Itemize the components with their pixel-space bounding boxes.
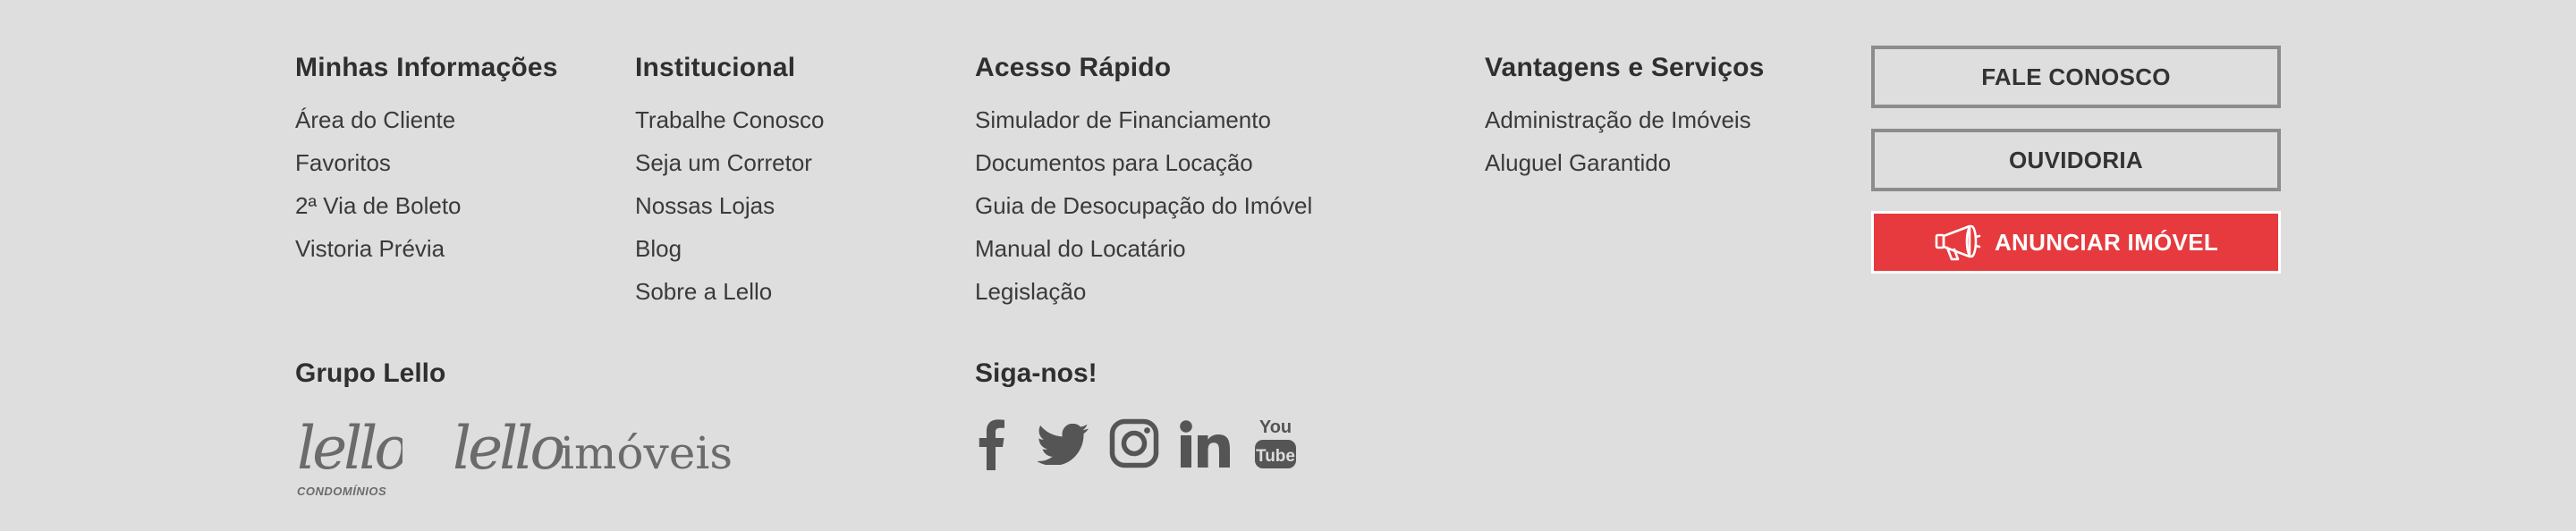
siga-nos-title: Siga-nos! [975,358,1097,388]
anunciar-imovel-button[interactable]: ANUNCIAR IMÓVEL [1871,211,2281,274]
footer-link-area-do-cliente[interactable]: Área do Cliente [295,98,558,141]
link-list: Trabalhe Conosco Seja um Corretor Nossas… [635,98,825,313]
column-title: Institucional [635,53,796,82]
facebook-icon[interactable] [977,418,1005,470]
megaphone-icon [1935,224,1981,261]
logo-wordmark: lello [297,414,402,483]
ouvidoria-button[interactable]: OUVIDORIA [1871,129,2281,191]
youtube-bottom-text: Tube [1256,447,1295,466]
footer-link-documentos-locacao[interactable]: Documentos para Locação [975,141,1312,184]
lello-condominios-logo[interactable]: lello CONDOMÍNIOS [295,413,402,502]
footer-link-2via-boleto[interactable]: 2ª Via de Boleto [295,184,558,227]
footer-column-acesso-rapido: Acesso Rápido Simulador de Financiamento… [975,52,1312,313]
button-label: FALE CONOSCO [1981,63,2171,90]
linkedin-icon[interactable] [1179,420,1231,468]
footer-link-favoritos[interactable]: Favoritos [295,141,558,184]
logo-wordmark: lello [453,414,563,483]
footer-column-institucional: Institucional Trabalhe Conosco Seja um C… [635,52,825,313]
logo-subtitle: CONDOMÍNIOS [297,485,386,498]
logo-suffix: imóveis [560,427,733,479]
column-title: Acesso Rápido [975,53,1172,82]
youtube-top-text: You [1259,417,1292,437]
link-list: Simulador de Financiamento Documentos pa… [975,98,1312,313]
footer-link-aluguel-garantido[interactable]: Aluguel Garantido [1485,141,1765,184]
footer-link-sobre-lello[interactable]: Sobre a Lello [635,270,825,313]
fale-conosco-button[interactable]: FALE CONOSCO [1871,46,2281,108]
button-label: OUVIDORIA [2008,146,2144,173]
footer-link-manual-locatario[interactable]: Manual do Locatário [975,227,1312,270]
footer-link-seja-corretor[interactable]: Seja um Corretor [635,141,825,184]
link-list: Administração de Imóveis Aluguel Garanti… [1485,98,1765,184]
footer-link-nossas-lojas[interactable]: Nossas Lojas [635,184,825,227]
footer-link-blog[interactable]: Blog [635,227,825,270]
footer-link-vistoria-previa[interactable]: Vistoria Prévia [295,227,558,270]
column-title: Vantagens e Serviços [1485,53,1765,82]
grupo-lello-title: Grupo Lello [295,358,446,388]
footer-link-trabalhe-conosco[interactable]: Trabalhe Conosco [635,98,825,141]
link-list: Área do Cliente Favoritos 2ª Via de Bole… [295,98,558,270]
footer-link-administracao-imoveis[interactable]: Administração de Imóveis [1485,98,1765,141]
youtube-icon[interactable]: You Tube [1254,415,1297,470]
column-title: Minhas Informações [295,53,558,82]
instagram-icon[interactable] [1109,418,1159,468]
footer-column-vantagens-servicos: Vantagens e Serviços Administração de Im… [1485,52,1765,184]
footer-column-minhas-informacoes: Minhas Informações Área do Cliente Favor… [295,52,558,270]
button-label: ANUNCIAR IMÓVEL [1994,228,2219,256]
footer-link-legislacao[interactable]: Legislação [975,270,1312,313]
footer-link-guia-desocupacao[interactable]: Guia de Desocupação do Imóvel [975,184,1312,227]
lello-imoveis-logo[interactable]: lello imóveis [451,413,746,485]
footer-link-simulador[interactable]: Simulador de Financiamento [975,98,1312,141]
twitter-icon[interactable] [1038,424,1089,465]
